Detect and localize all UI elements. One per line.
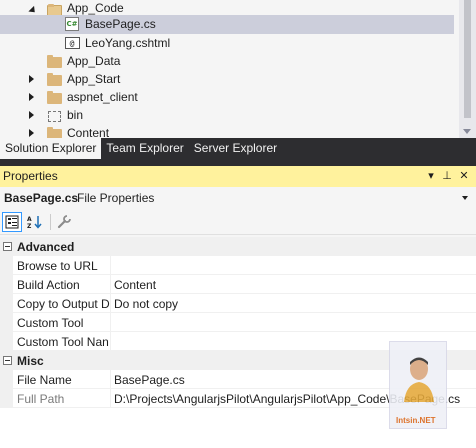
collapsed-chevron-icon[interactable] [26,128,36,138]
watermark-logo: Intsin.NET [389,341,447,429]
category-label: Misc [17,354,44,368]
panel-splitter[interactable] [0,159,476,166]
tree-item-label: bin [67,108,84,122]
property-value[interactable]: Content [114,278,156,292]
expanded-chevron-icon[interactable] [28,4,38,15]
property-pages-button[interactable] [54,212,74,232]
object-name: BasePage.cs [4,191,79,205]
tree-item-basepage-cs[interactable]: C# BasePage.cs [0,15,454,34]
scroll-down-arrow-icon[interactable] [463,129,471,134]
sort-alphabetical-icon: A Z [27,216,42,229]
category-label: Advanced [17,240,75,254]
folder-icon [46,90,62,105]
property-name: Copy to Output D [17,297,110,311]
tree-item-leoyang-cshtml[interactable]: @ LeoYang.cshtml [0,34,454,53]
collapse-toggle-icon[interactable] [3,242,12,251]
collapsed-chevron-icon[interactable] [26,110,36,120]
category-advanced[interactable]: Advanced [0,237,476,256]
tree-item-label: Content [67,126,110,138]
tree-item-app-start[interactable]: App_Start [0,70,454,89]
svg-text:A: A [27,216,32,223]
tree-item-label: App_Start [67,72,121,86]
categorized-view-button[interactable] [2,212,22,232]
property-value[interactable]: Do not copy [114,297,178,311]
vertical-scrollbar[interactable] [459,0,476,138]
tree-item-bin[interactable]: bin [0,106,454,125]
property-row[interactable]: Custom Tool [0,313,476,332]
svg-text:Z: Z [27,223,32,229]
property-name: Build Action [17,278,80,292]
wrench-icon [57,215,71,229]
tree-item-content[interactable]: Content [0,124,454,138]
object-type: File Properties [77,191,155,205]
folder-icon [46,126,62,138]
property-name: Browse to URL [17,259,98,273]
folder-icon [46,72,62,87]
categorized-icon [5,215,19,229]
property-row[interactable]: Copy to Output D Do not copy [0,294,476,313]
property-name: Custom Tool Nan [17,335,109,349]
properties-title-bar: Properties ▾ ⊥ ✕ [0,166,476,187]
property-value[interactable]: BasePage.cs [114,373,185,387]
collapsed-chevron-icon[interactable] [26,74,36,84]
property-name: Custom Tool [17,316,84,330]
property-name: File Name [17,373,72,387]
folder-icon [46,54,62,69]
tab-server-explorer[interactable]: Server Explorer [189,138,282,159]
tree-item-label: App_Data [67,54,121,68]
collapsed-chevron-icon[interactable] [26,92,36,102]
alphabetical-view-button[interactable]: A Z [25,212,45,232]
razor-file-icon: @ [64,36,80,50]
property-row[interactable]: Build Action Content [0,275,476,294]
property-row[interactable]: Browse to URL [0,256,476,275]
csharp-file-icon: C# [64,17,80,31]
property-name: Full Path [17,392,65,406]
tree-item-label: LeoYang.cshtml [85,36,171,50]
portrait-icon [404,357,434,402]
toolbar-separator [50,214,51,230]
solution-explorer-tree: App_Code C# BasePage.cs @ LeoYang.cshtml… [0,0,476,138]
tree-item-aspnet-client[interactable]: aspnet_client [0,88,454,107]
tree-item-label: BasePage.cs [85,17,156,31]
collapse-toggle-icon[interactable] [3,356,12,365]
properties-toolbar: A Z [0,209,476,235]
pin-icon[interactable]: ⊥ [440,169,454,182]
tab-team-explorer[interactable]: Team Explorer [101,138,188,159]
watermark-text: Intsin.NET [396,416,436,425]
object-selector[interactable]: BasePage.cs File Properties [0,187,476,209]
properties-title: Properties [3,169,58,183]
tree-item-label: aspnet_client [67,90,138,104]
tree-item-label: App_Code [67,1,124,15]
excluded-folder-icon [46,109,62,123]
window-position-dropdown-icon[interactable]: ▾ [424,169,438,182]
tool-window-tabs: Solution Explorer Team Explorer Server E… [0,138,476,159]
close-icon[interactable]: ✕ [457,169,471,182]
scrollbar-thumb[interactable] [464,0,471,118]
chevron-down-icon[interactable] [462,196,468,200]
tab-solution-explorer[interactable]: Solution Explorer [0,138,102,159]
tree-item-app-data[interactable]: App_Data [0,52,454,71]
